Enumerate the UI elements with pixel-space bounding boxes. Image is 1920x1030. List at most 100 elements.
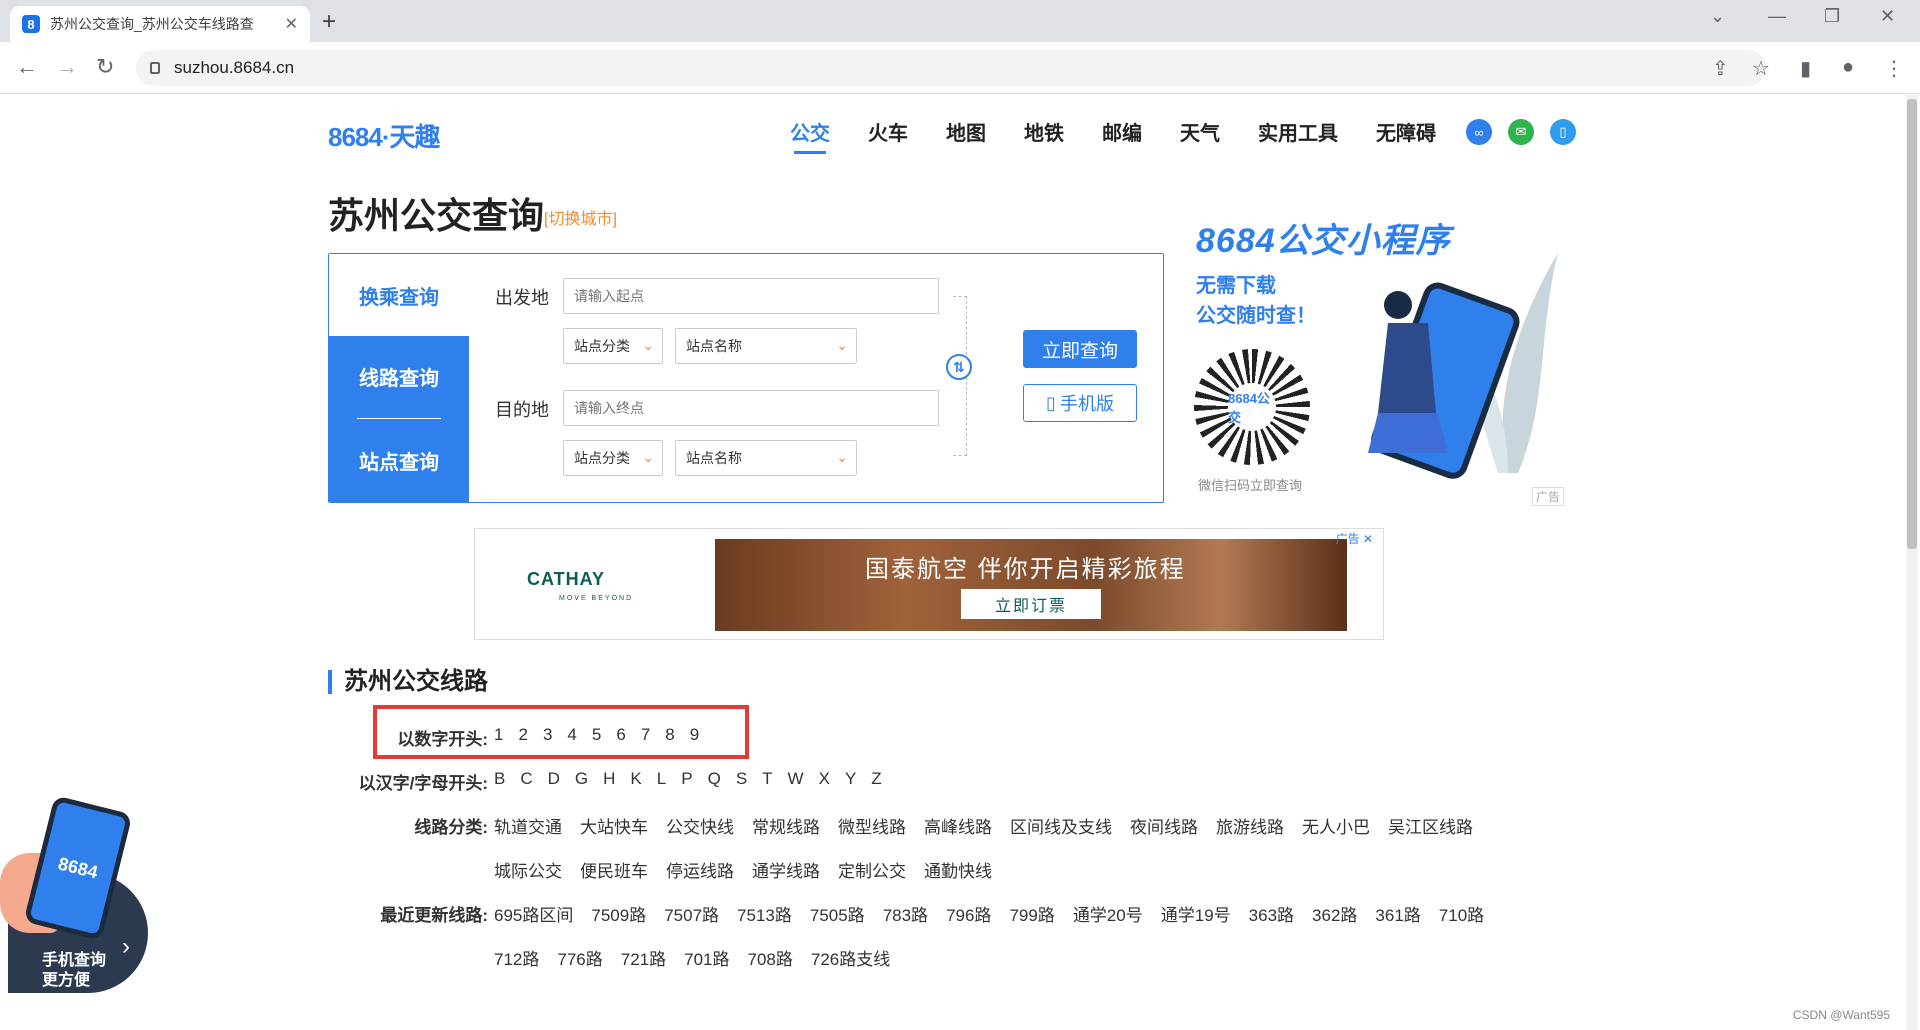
recent-line-link[interactable]: 7507路	[664, 901, 719, 926]
nav-map[interactable]: 地图	[946, 117, 986, 154]
nav-bus[interactable]: 公交	[790, 117, 830, 154]
profile-icon[interactable]: ●	[1842, 56, 1854, 79]
tab-station[interactable]: 站点查询	[329, 420, 469, 500]
mobile-version-button[interactable]: ▯ 手机版	[1023, 384, 1137, 422]
recent-line-link[interactable]: 710路	[1439, 901, 1484, 926]
recent-line-link[interactable]: 通学19号	[1161, 901, 1231, 926]
nav-accessibility[interactable]: 无障碍	[1376, 117, 1436, 154]
letter-link[interactable]: H	[603, 769, 615, 794]
mobile-icon[interactable]: ▯	[1550, 119, 1576, 145]
minimize-icon[interactable]: —	[1768, 6, 1786, 27]
browser-tab[interactable]: 8 苏州公交查询_苏州公交车线路查 ✕	[10, 6, 310, 42]
category-link[interactable]: 旅游线路	[1216, 813, 1284, 838]
new-tab-button[interactable]: +	[322, 8, 336, 36]
search-button[interactable]: 立即查询	[1023, 330, 1137, 368]
recent-line-link[interactable]: 361路	[1375, 901, 1420, 926]
letter-link[interactable]: D	[548, 769, 560, 794]
from-station-select[interactable]: 站点名称 ⌄	[675, 328, 857, 364]
restore-icon[interactable]: ❐	[1824, 6, 1840, 27]
category-link[interactable]: 高峰线路	[924, 813, 992, 838]
side-panel-icon[interactable]: ▮	[1800, 56, 1811, 81]
switch-city-link[interactable]: [切换城市]	[544, 205, 617, 229]
forward-icon[interactable]: →	[56, 54, 78, 80]
site-logo[interactable]: 8684·天趣	[328, 117, 440, 154]
category-link[interactable]: 微型线路	[838, 813, 906, 838]
letter-link[interactable]: W	[788, 769, 804, 794]
recent-line-link[interactable]: 通学20号	[1073, 901, 1143, 926]
letter-link[interactable]: Q	[708, 769, 721, 794]
recent-line-link[interactable]: 7505路	[810, 901, 865, 926]
category-link[interactable]: 吴江区线路	[1388, 813, 1473, 838]
category-link[interactable]: 定制公交	[838, 857, 906, 882]
swap-icon[interactable]: ⇅	[946, 354, 972, 380]
recent-line-link[interactable]: 799路	[1009, 901, 1054, 926]
recent-line-link[interactable]: 776路	[557, 945, 602, 970]
recent-line-link[interactable]: 726路支线	[811, 945, 890, 970]
letter-link[interactable]: P	[681, 769, 692, 794]
bookmark-star-icon[interactable]: ☆	[1752, 56, 1770, 81]
menu-icon[interactable]: ⋮	[1884, 56, 1904, 81]
letter-link[interactable]: S	[736, 769, 747, 794]
category-link[interactable]: 夜间线路	[1130, 813, 1198, 838]
nav-subway[interactable]: 地铁	[1024, 117, 1064, 154]
nav-train[interactable]: 火车	[868, 117, 908, 154]
tab-search-icon[interactable]: ⌄	[1710, 6, 1725, 27]
mini-program-ad[interactable]: 8684公交小程序 无需下载 公交随时查！ 8684公交 微信扫码立即查询 广告	[1188, 203, 1568, 506]
recent-line-link[interactable]: 796路	[946, 901, 991, 926]
tab-line[interactable]: 线路查询	[329, 336, 469, 416]
to-station-select[interactable]: 站点名称 ⌄	[675, 440, 857, 476]
wechat-icon[interactable]: ✉	[1508, 119, 1534, 145]
from-category-select[interactable]: 站点分类 ⌄	[563, 328, 663, 364]
letter-link[interactable]: K	[630, 769, 641, 794]
letter-link[interactable]: T	[762, 769, 772, 794]
address-bar[interactable]: suzhou.8684.cn	[136, 50, 1766, 86]
category-link[interactable]: 轨道交通	[494, 813, 562, 838]
letter-link[interactable]: B	[494, 769, 505, 794]
share-icon[interactable]: ⇪	[1712, 56, 1729, 81]
category-link[interactable]: 无人小巴	[1302, 813, 1370, 838]
category-link[interactable]: 停运线路	[666, 857, 734, 882]
to-input[interactable]	[563, 390, 939, 426]
letter-link[interactable]: G	[575, 769, 588, 794]
nav-weather[interactable]: 天气	[1180, 117, 1220, 154]
recent-line-link[interactable]: 712路	[494, 945, 539, 970]
from-input[interactable]	[563, 278, 939, 314]
close-tab-icon[interactable]: ✕	[285, 14, 298, 34]
mobile-promo-float[interactable]: 8684 手机查询 更方便 ›	[0, 795, 150, 993]
recent-line-link[interactable]: 7513路	[737, 901, 792, 926]
letter-link[interactable]: X	[819, 769, 830, 794]
recent-line-link[interactable]: 7509路	[591, 901, 646, 926]
category-link[interactable]: 通勤快线	[924, 857, 992, 882]
nav-tools[interactable]: 实用工具	[1258, 117, 1338, 154]
recent-line-link[interactable]: 363路	[1249, 901, 1294, 926]
category-link[interactable]: 便民班车	[580, 857, 648, 882]
category-link[interactable]: 通学线路	[752, 857, 820, 882]
letter-link[interactable]: L	[657, 769, 666, 794]
recent-line-link[interactable]: 695路区间	[494, 901, 573, 926]
book-now-button[interactable]: 立即订票	[961, 589, 1101, 619]
back-icon[interactable]: ←	[16, 54, 38, 80]
to-category-select[interactable]: 站点分类 ⌄	[563, 440, 663, 476]
banner-ad[interactable]: CATHAY MOVE BEYOND 国泰航空 伴你开启精彩旅程 立即订票 广告…	[474, 528, 1384, 640]
letter-link[interactable]: C	[520, 769, 532, 794]
close-ad-icon[interactable]: ✕	[1363, 532, 1373, 546]
recent-line-link[interactable]: 362路	[1312, 901, 1357, 926]
mini-program-icon[interactable]: ∞	[1466, 119, 1492, 145]
category-link[interactable]: 公交快线	[666, 813, 734, 838]
recent-line-link[interactable]: 783路	[883, 901, 928, 926]
category-link[interactable]: 区间线及支线	[1010, 813, 1112, 838]
nav-postcode[interactable]: 邮编	[1102, 117, 1142, 154]
tab-transfer[interactable]: 换乘查询	[329, 254, 469, 336]
category-link[interactable]: 大站快车	[580, 813, 648, 838]
close-window-icon[interactable]: ✕	[1880, 6, 1895, 27]
recent-line-link[interactable]: 701路	[684, 945, 729, 970]
reload-icon[interactable]: ↻	[96, 54, 114, 80]
letter-link[interactable]: Z	[871, 769, 881, 794]
recent-line-link[interactable]: 708路	[748, 945, 793, 970]
category-link[interactable]: 城际公交	[494, 857, 562, 882]
banner-ad-tag[interactable]: 广告 ✕	[1336, 530, 1373, 547]
scrollbar-thumb[interactable]	[1907, 99, 1917, 549]
scrollbar[interactable]	[1906, 95, 1918, 1030]
recent-line-link[interactable]: 721路	[621, 945, 666, 970]
letter-link[interactable]: Y	[845, 769, 856, 794]
